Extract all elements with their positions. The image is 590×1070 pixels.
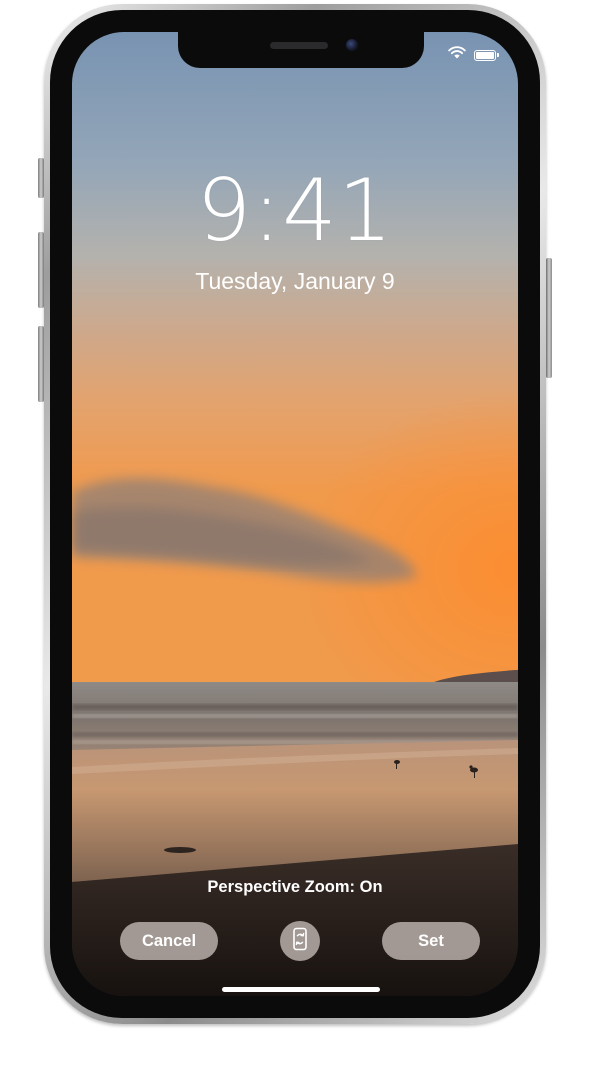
home-indicator[interactable] bbox=[222, 987, 380, 992]
device-mockup: 9:41 Tuesday, January 9 Perspective Zoom… bbox=[0, 0, 590, 1070]
perspective-zoom-icon bbox=[291, 927, 309, 956]
set-button[interactable]: Set bbox=[382, 922, 480, 960]
front-camera bbox=[346, 39, 358, 51]
camera-notch bbox=[178, 32, 424, 68]
battery-icon bbox=[474, 49, 499, 61]
lock-screen-date: Tuesday, January 9 bbox=[195, 268, 395, 294]
earpiece-speaker bbox=[270, 42, 328, 49]
perspective-zoom-status: Perspective Zoom: On bbox=[207, 878, 383, 896]
status-bar bbox=[448, 46, 499, 64]
wifi-icon bbox=[448, 46, 466, 64]
lock-screen-time: 9:41 bbox=[196, 161, 394, 261]
side-button bbox=[546, 258, 552, 378]
battery-level bbox=[476, 51, 494, 59]
phone-bezel: 9:41 Tuesday, January 9 Perspective Zoom… bbox=[50, 10, 540, 1018]
cancel-button[interactable]: Cancel bbox=[120, 922, 218, 960]
phone-screen: 9:41 Tuesday, January 9 Perspective Zoom… bbox=[72, 32, 518, 996]
perspective-zoom-toggle-button[interactable] bbox=[280, 921, 320, 961]
phone-frame: 9:41 Tuesday, January 9 Perspective Zoom… bbox=[44, 4, 546, 1024]
